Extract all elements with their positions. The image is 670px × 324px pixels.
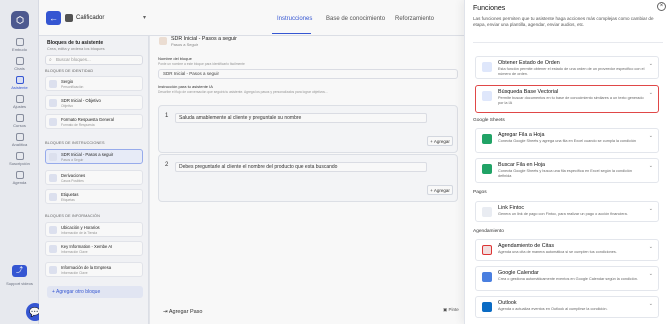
functions-panel: Funciones × Las funciones permiten que t… — [464, 0, 670, 324]
chevron-down-icon: ⌄ — [648, 163, 653, 169]
section-pagos: Pagos — [473, 190, 487, 195]
card-desc: Conecta Google Sheets y agrega una fila … — [498, 139, 637, 143]
card-desc: Crea o gestiona automáticamente eventos … — [498, 277, 638, 281]
function-card-outlook[interactable]: Outlook Agenda o actualiza eventos en Ou… — [475, 296, 659, 318]
panel-title: Funciones — [473, 5, 506, 12]
card-desc: Agenda o actualiza eventos en Outlook al… — [498, 307, 608, 311]
card-title: Google Calendar — [498, 270, 539, 276]
sheets-icon — [482, 134, 492, 144]
function-card-agendamiento-citas[interactable]: Agendamiento de Citas Agenda una cita de… — [475, 239, 659, 261]
card-title: Agendamiento de Citas — [498, 243, 555, 249]
card-title: Buscar Fila en Hoja — [498, 162, 546, 168]
function-card-link-fintoc[interactable]: Link Fintoc Genera un link de pago con F… — [475, 201, 659, 222]
chevron-down-icon: ⌄ — [648, 301, 653, 307]
card-title: Outlook — [498, 300, 517, 306]
card-desc: Genera un link de pago con Fintoc, para … — [498, 212, 628, 216]
chevron-down-icon: ⌄ — [648, 271, 653, 277]
section-agendamiento: Agendamiento — [473, 229, 504, 234]
card-desc: Agenda una cita de manera automática si … — [498, 250, 617, 254]
chevron-down-icon: ⌄ — [648, 133, 653, 139]
card-title: Link Fintoc — [498, 205, 525, 211]
order-icon — [482, 62, 492, 72]
vector-search-icon — [482, 91, 492, 101]
function-card-busqueda-vectorial[interactable]: Búsqueda Base Vectorial Permite buscar d… — [475, 85, 659, 113]
card-desc: Esta función permite obtener el estado d… — [498, 67, 645, 76]
close-icon[interactable]: × — [657, 2, 666, 11]
card-title: Agregar Fila a Hoja — [498, 132, 545, 138]
panel-description: Las funciones permiten que tu asistente … — [473, 16, 654, 27]
function-card-agregar-fila[interactable]: Agregar Fila a Hoja Conecta Google Sheet… — [475, 128, 659, 153]
card-title: Obtener Estado de Orden — [498, 60, 560, 66]
app-root: ⬡ Embudo Chats Asistente Ajustes Cursos … — [0, 0, 670, 324]
function-card-buscar-fila[interactable]: Buscar Fila en Hoja Conecta Google Sheet… — [475, 158, 659, 183]
chevron-down-icon: ⌄ — [648, 90, 653, 96]
function-card-estado-orden[interactable]: Obtener Estado de Orden Esta función per… — [475, 56, 659, 79]
card-title: Búsqueda Base Vectorial — [498, 89, 559, 95]
chevron-down-icon: ⌄ — [648, 61, 653, 67]
outlook-icon — [482, 302, 492, 312]
divider — [473, 42, 663, 43]
chevron-down-icon: ⌄ — [648, 206, 653, 212]
calendar-icon — [482, 272, 492, 282]
appointment-icon — [482, 245, 492, 255]
card-desc: Conecta Google Sheets y busca una fila e… — [498, 169, 633, 178]
sheets-icon — [482, 164, 492, 174]
card-desc: Permite buscar documentos en tu base de … — [498, 96, 644, 105]
modal-backdrop[interactable] — [0, 0, 470, 324]
section-google-sheets: Google Sheets — [473, 118, 505, 123]
fintoc-icon — [482, 207, 492, 217]
function-card-google-calendar[interactable]: Google Calendar Crea o gestiona automáti… — [475, 266, 659, 291]
chevron-down-icon: ⌄ — [648, 244, 653, 250]
